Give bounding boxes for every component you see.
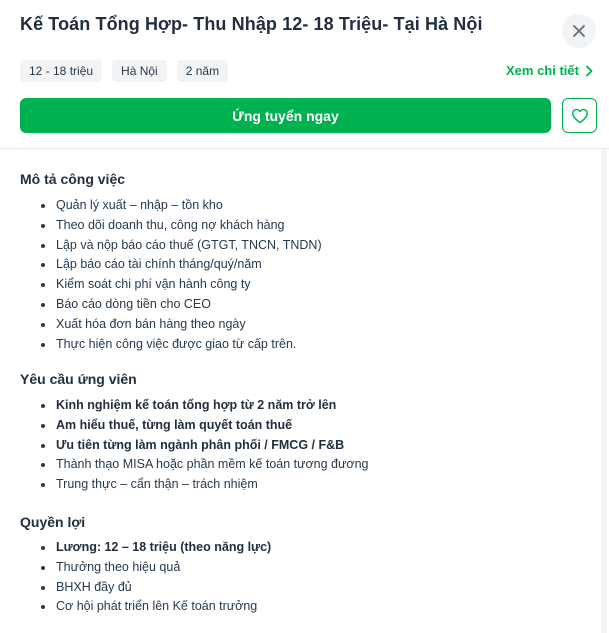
list-item: Am hiểu thuế, từng làm quyết toán thuế — [38, 416, 368, 436]
list-item: Quản lý xuất – nhập – tồn kho — [38, 196, 322, 216]
list-item: BHXH đầy đủ — [38, 578, 271, 598]
section-title-description: Mô tả công việc — [20, 171, 126, 187]
close-button[interactable] — [562, 14, 596, 48]
description-list: Quản lý xuất – nhập – tồn kho Theo dõi d… — [38, 196, 322, 354]
list-item: Lập báo cáo tài chính tháng/quý/năm — [38, 255, 322, 275]
list-item: Cơ hội phát triển lên Kế toán trưởng — [38, 597, 271, 617]
section-title-benefits: Quyền lợi — [20, 514, 86, 530]
job-tags: 12 - 18 triệu Hà Nội 2 năm — [20, 60, 229, 82]
salary-tag: 12 - 18 triệu — [20, 60, 103, 82]
save-job-button[interactable] — [562, 98, 597, 133]
location-tag: Hà Nội — [112, 60, 167, 82]
section-title-requirements: Yêu cầu ứng viên — [20, 371, 137, 387]
list-item: Ưu tiên từng làm ngành phân phối / FMCG … — [38, 436, 368, 456]
requirements-list: Kinh nghiệm kế toán tổng hợp từ 2 năm tr… — [38, 396, 368, 495]
chevron-right-icon — [586, 65, 593, 76]
list-item: Lập và nộp báo cáo thuế (GTGT, TNCN, TND… — [38, 236, 322, 256]
close-icon — [573, 25, 585, 37]
list-item: Trung thực – cẩn thận – trách nhiệm — [38, 475, 368, 495]
heart-icon — [571, 108, 588, 123]
list-item: Thực hiện công việc được giao từ cấp trê… — [38, 335, 322, 355]
job-header: Kế Toán Tổng Hợp- Thu Nhập 12- 18 Triệu-… — [0, 0, 609, 149]
list-item: Kiểm soát chi phí vận hành công ty — [38, 275, 322, 295]
view-details-link[interactable]: Xem chi tiết — [506, 63, 593, 78]
apply-now-button[interactable]: Ứng tuyển ngay — [20, 98, 551, 133]
job-title: Kế Toán Tổng Hợp- Thu Nhập 12- 18 Triệu-… — [20, 14, 483, 34]
list-item: Thưởng theo hiệu quả — [38, 558, 271, 578]
list-item: Thành thạo MISA hoặc phần mềm kế toán tư… — [38, 455, 368, 475]
content-scrollbar[interactable] — [601, 150, 607, 633]
list-item: Xuất hóa đơn bán hàng theo ngày — [38, 315, 322, 335]
job-description-content: Mô tả công việc Quản lý xuất – nhập – tồ… — [0, 149, 600, 633]
list-item: Báo cáo dòng tiền cho CEO — [38, 295, 322, 315]
benefits-list: Lương: 12 – 18 triệu (theo năng lực) Thư… — [38, 538, 271, 617]
list-item: Theo dõi doanh thu, công nợ khách hàng — [38, 216, 322, 236]
list-item: Lương: 12 – 18 triệu (theo năng lực) — [38, 538, 271, 558]
job-preview-panel: Kế Toán Tổng Hợp- Thu Nhập 12- 18 Triệu-… — [0, 0, 609, 633]
experience-tag: 2 năm — [176, 60, 229, 82]
list-item: Kinh nghiệm kế toán tổng hợp từ 2 năm tr… — [38, 396, 368, 416]
view-details-label: Xem chi tiết — [506, 63, 579, 78]
